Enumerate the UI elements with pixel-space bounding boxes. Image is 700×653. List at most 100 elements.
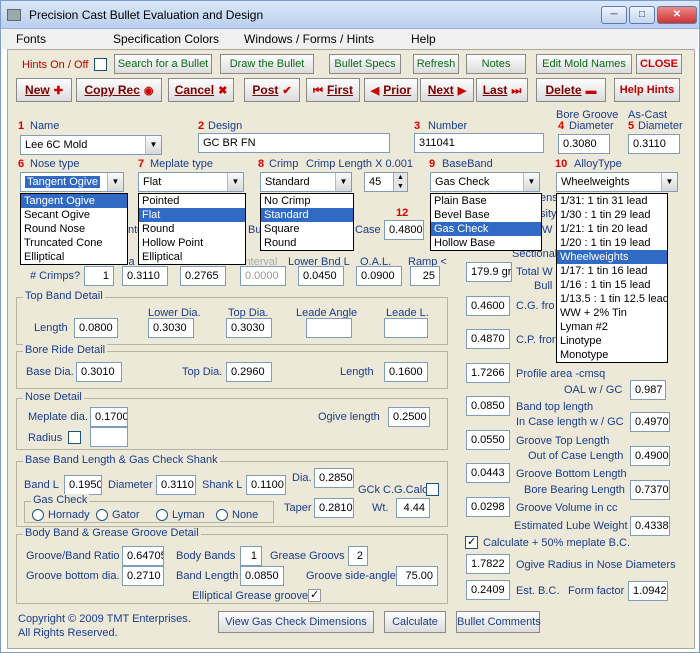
alloy-option[interactable]: 1/20 : 1 tin 19 lead xyxy=(557,236,667,250)
spin-arrows-icon[interactable]: ▲ ▼ xyxy=(393,173,407,191)
chevron-down-icon[interactable]: ▼ xyxy=(661,173,677,191)
calculate-button[interactable]: Calculate xyxy=(384,611,446,633)
as-cast-diameter-field[interactable]: 0.3110 xyxy=(628,134,680,154)
form-factor-field[interactable]: 1.0942 xyxy=(628,581,668,601)
shank-dia-field[interactable]: 0.2850 xyxy=(314,468,354,488)
cp-field[interactable]: 0.4870 xyxy=(466,329,510,349)
ogive-length-field[interactable]: 0.2500 xyxy=(388,407,430,427)
copy-rec-button[interactable]: Copy Rec ◉ xyxy=(76,78,162,102)
taper-field[interactable]: 0.2810 xyxy=(314,498,354,518)
first-button[interactable]: ⏮ First xyxy=(306,78,360,102)
crimp-length-stepper[interactable]: 45 ▲ ▼ xyxy=(364,172,408,192)
last-button[interactable]: Last ⏭ xyxy=(476,78,528,102)
radio-gator[interactable] xyxy=(96,509,108,521)
maximize-button[interactable]: □ xyxy=(629,6,655,24)
nose-type-combo[interactable]: Tangent Ogive ▼ xyxy=(20,172,124,192)
radius-checkbox[interactable] xyxy=(68,431,81,444)
close-button[interactable]: CLOSE xyxy=(636,54,682,74)
radio-hornady[interactable] xyxy=(32,509,44,521)
calc-meplate-checkbox[interactable] xyxy=(465,535,478,549)
minimize-button[interactable]: ─ xyxy=(601,6,627,24)
nose-option[interactable]: Secant Ogive xyxy=(21,208,127,222)
alloy-option[interactable]: 1/30 : 1 tin 29 lead xyxy=(557,208,667,222)
leade-angle-field[interactable] xyxy=(306,318,352,338)
groove-bottom-length-field[interactable]: 0.0443 xyxy=(466,463,510,483)
body-bands-field[interactable]: 1 xyxy=(240,546,262,566)
nose-option[interactable]: Truncated Cone xyxy=(21,236,127,250)
band-length-field[interactable]: 0.0850 xyxy=(240,566,284,586)
sectional-density-field[interactable]: 179.9 gr xyxy=(466,262,512,282)
bore-bearing-length-field[interactable]: 0.7370 xyxy=(630,480,670,500)
number-field[interactable]: 311041 xyxy=(414,133,544,153)
name-combo[interactable]: Lee 6C Mold ▼ xyxy=(20,135,162,155)
design-field[interactable]: GC BR FN xyxy=(198,133,390,153)
radio-lyman[interactable] xyxy=(156,509,168,521)
meplate-option[interactable]: Hollow Point xyxy=(139,236,245,250)
post-button[interactable]: Post ✔ xyxy=(244,78,300,102)
grease-grooves-field[interactable]: 2 xyxy=(348,546,368,566)
band-l-field[interactable]: 0.1950 xyxy=(64,475,102,495)
chevron-down-icon[interactable]: ▼ xyxy=(107,173,123,191)
alloy-option[interactable]: WW + 2% Tin xyxy=(557,306,667,320)
ramp-field[interactable]: 25 xyxy=(410,266,440,286)
crimp-option[interactable]: No Crimp xyxy=(261,194,353,208)
crimp-v2-field[interactable]: 0.2765 xyxy=(180,266,226,286)
ogive-radius-field[interactable]: 1.7822 xyxy=(466,554,510,574)
menu-windows[interactable]: Windows / Forms / Hints xyxy=(244,32,374,46)
interval-field[interactable]: 0.0000 xyxy=(240,266,286,286)
top-band-lower-dia-field[interactable]: 0.3030 xyxy=(148,318,194,338)
bore-top-dia-field[interactable]: 0.2960 xyxy=(226,362,272,382)
nose-option[interactable]: Elliptical xyxy=(21,250,127,264)
close-window-button[interactable]: ✕ xyxy=(657,6,697,24)
bullet-comments-button[interactable]: Bullet Comments xyxy=(456,611,541,633)
chevron-down-icon[interactable]: ▼ xyxy=(335,173,351,191)
bore-diameter-field[interactable]: 0.3080 xyxy=(558,134,610,154)
crimp-option[interactable]: Standard xyxy=(261,208,353,222)
leade-length-field[interactable] xyxy=(384,318,428,338)
new-button[interactable]: New ✚ xyxy=(16,78,72,102)
groove-volume-field[interactable]: 0.0298 xyxy=(466,497,510,517)
meplate-type-combo[interactable]: Flat ▼ xyxy=(138,172,244,192)
baseband-option[interactable]: Gas Check xyxy=(431,222,541,236)
alloy-option[interactable]: 1/13.5 : 1 tin 12.5 lead xyxy=(557,292,667,306)
radius-field[interactable] xyxy=(90,427,128,447)
groove-band-ratio-field[interactable]: 0.64705 xyxy=(122,546,164,566)
prior-button[interactable]: ◀ Prior xyxy=(364,78,418,102)
edit-mold-names-button[interactable]: Edit Mold Names xyxy=(536,54,632,74)
alloy-option[interactable]: 1/17: 1 tin 16 lead xyxy=(557,264,667,278)
nose-option[interactable]: Tangent Ogive xyxy=(21,194,127,208)
crimp-combo[interactable]: Standard ▼ xyxy=(260,172,352,192)
meplate-option[interactable]: Round xyxy=(139,222,245,236)
baseband-option[interactable]: Bevel Base xyxy=(431,208,541,222)
refresh-button[interactable]: Refresh xyxy=(413,54,459,74)
chevron-down-icon[interactable]: ▼ xyxy=(523,173,539,191)
oal-field[interactable]: 0.0900 xyxy=(356,266,402,286)
cancel-button[interactable]: Cancel ✖ xyxy=(168,78,234,102)
menu-help[interactable]: Help xyxy=(411,32,436,46)
search-bullet-button[interactable]: Search for a Bullet xyxy=(114,54,212,74)
top-band-top-dia-field[interactable]: 0.3030 xyxy=(226,318,272,338)
shank-l-field[interactable]: 0.1100 xyxy=(246,475,286,495)
help-hints-button[interactable]: Help Hints xyxy=(614,78,680,102)
hints-checkbox[interactable] xyxy=(94,58,107,71)
crimp-option[interactable]: Square xyxy=(261,222,353,236)
est-bc-field[interactable]: 0.2409 xyxy=(466,580,510,600)
elliptical-groove-checkbox[interactable] xyxy=(308,588,321,602)
baseband-option[interactable]: Plain Base xyxy=(431,194,541,208)
top-band-length-field[interactable]: 0.0800 xyxy=(74,318,118,338)
baseband-option[interactable]: Hollow Base xyxy=(431,236,541,250)
alloy-option[interactable]: 1/21: 1 tin 20 lead xyxy=(557,222,667,236)
meplate-option[interactable]: Flat xyxy=(139,208,245,222)
lower-band-field[interactable]: 0.0450 xyxy=(298,266,344,286)
groove-top-length-field[interactable]: 0.0550 xyxy=(466,430,510,450)
crimp-option[interactable]: Round xyxy=(261,236,353,250)
nose-option[interactable]: Round Nose xyxy=(21,222,127,236)
chevron-down-icon[interactable]: ▼ xyxy=(145,136,161,154)
chevron-down-icon[interactable]: ▼ xyxy=(227,173,243,191)
menu-fonts[interactable]: Fonts xyxy=(16,32,46,46)
cg-field[interactable]: 0.4600 xyxy=(466,296,510,316)
out-case-length-field[interactable]: 0.4900 xyxy=(630,446,670,466)
bullet-specs-button[interactable]: Bullet Specs xyxy=(329,54,401,74)
crimps-field[interactable]: 1 xyxy=(84,266,114,286)
band-diameter-field[interactable]: 0.3110 xyxy=(156,475,196,495)
